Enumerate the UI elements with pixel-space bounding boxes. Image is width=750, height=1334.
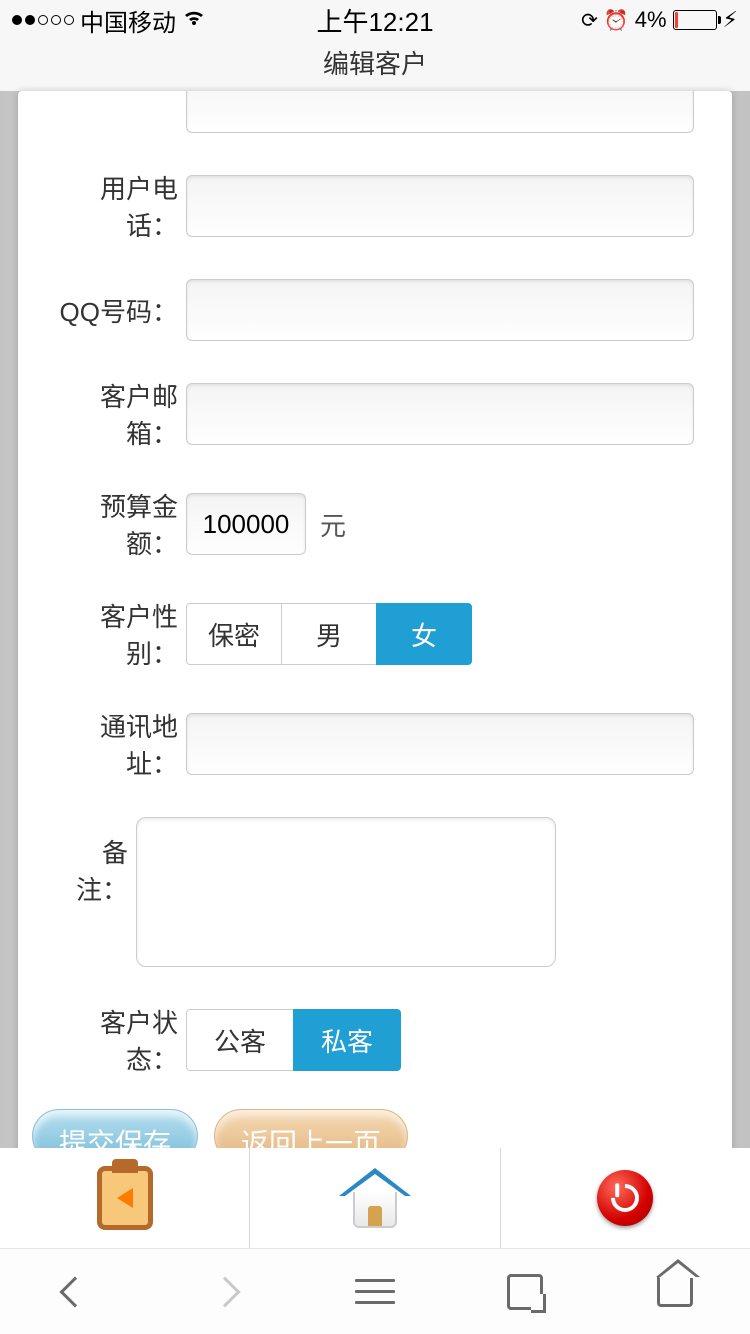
charging-icon: ⚡︎ [723,7,738,33]
toolbar-home-button[interactable] [250,1148,500,1248]
qq-input[interactable] [186,279,694,341]
label-qq: QQ号码： [56,292,186,329]
row-address: 通讯地址： [56,707,694,781]
battery-percent: 4% [635,7,667,33]
row-budget: 预算金额： 元 [56,487,694,561]
ios-status-bar: 中国移动 上午12:21 ⟳ ⏰ 4% ⚡︎ [0,0,750,40]
toolbar-power-button[interactable] [501,1148,750,1248]
wifi-icon [182,7,206,33]
gender-option-male[interactable]: 男 [281,603,377,665]
page-title: 编辑客户 [0,40,750,91]
app-toolbar [0,1148,750,1248]
budget-unit: 元 [320,506,346,543]
email-input[interactable] [186,383,694,445]
home-icon [339,1168,411,1228]
status-time: 上午12:21 [316,2,433,39]
row-remark: 备注： [56,817,694,967]
remark-textarea[interactable] [136,817,556,967]
browser-tabs-button[interactable] [503,1270,547,1314]
row-unknown-top [56,91,694,133]
status-segmented: 公客 私客 [186,1009,401,1071]
row-email: 客户邮箱： [56,377,694,451]
row-gender: 客户性别： 保密 男 女 [56,597,694,671]
browser-back-button[interactable] [53,1270,97,1314]
power-icon [597,1170,653,1226]
budget-input[interactable] [186,493,306,555]
input-hidden-top[interactable] [186,91,694,133]
gender-option-secret[interactable]: 保密 [186,603,282,665]
clipboard-back-icon [97,1166,153,1230]
status-option-private[interactable]: 私客 [293,1009,401,1071]
carrier-label: 中国移动 [80,3,176,38]
browser-home-button[interactable] [653,1270,697,1314]
label-email: 客户邮箱： [56,377,186,451]
label-budget: 预算金额： [56,487,186,561]
status-left: 中国移动 [12,3,206,38]
browser-nav [0,1248,750,1334]
address-input[interactable] [186,713,694,775]
browser-forward-button[interactable] [203,1270,247,1314]
gender-segmented: 保密 男 女 [186,603,472,665]
battery-icon [673,10,717,30]
browser-menu-button[interactable] [353,1270,397,1314]
toolbar-back-button[interactable] [0,1148,250,1248]
signal-dots-icon [12,15,74,25]
alarm-icon: ⏰ [604,8,629,33]
label-address: 通讯地址： [56,707,186,781]
row-status: 客户状态： 公客 私客 [56,1003,694,1077]
label-remark: 备注： [56,817,136,907]
phone-input[interactable] [186,175,694,237]
form-card: 用户电话： QQ号码： 客户邮箱： 预算金额： 元 客户性别： 保密 男 女 通… [18,91,732,1171]
label-status: 客户状态： [56,1003,186,1077]
gender-option-female[interactable]: 女 [376,603,472,665]
row-phone: 用户电话： [56,169,694,243]
row-qq: QQ号码： [56,279,694,341]
status-right: ⟳ ⏰ 4% ⚡︎ [581,7,738,33]
status-option-public[interactable]: 公客 [186,1009,294,1071]
label-phone: 用户电话： [56,169,186,243]
orientation-lock-icon: ⟳ [581,8,598,33]
webview-stage: 用户电话： QQ号码： 客户邮箱： 预算金额： 元 客户性别： 保密 男 女 通… [0,91,750,1165]
label-gender: 客户性别： [56,597,186,671]
